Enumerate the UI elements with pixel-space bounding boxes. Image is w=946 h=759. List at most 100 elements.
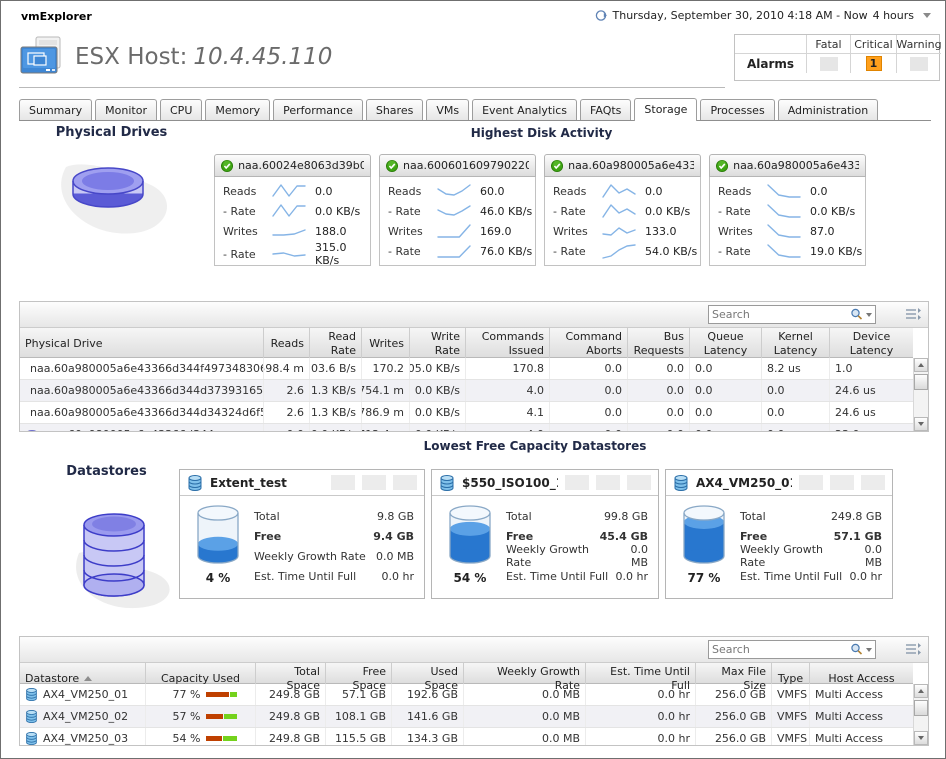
disk-activity-card: naa.6006016097902200... Reads60.0 - Rate…	[379, 154, 536, 266]
table-row[interactable]: naa.60a980005a6e43366d344d3739316553 2.6…	[20, 380, 913, 402]
reads-sparkline	[436, 182, 472, 200]
search-options-caret-icon[interactable]	[866, 313, 872, 317]
col-physical-drive[interactable]: Physical Drive	[20, 328, 264, 360]
drive-name: naa.60a980005a6e43366d344d34324d6f57	[30, 406, 264, 419]
capacity-bar	[206, 736, 237, 741]
drive-name: naa.60a980005a6e4336...	[568, 159, 694, 172]
disk-card-header[interactable]: naa.60a980005a6e4336...	[544, 154, 701, 177]
table-row[interactable]: naa.60a980005a6e43366d344f4973483065 598…	[20, 358, 913, 380]
page-title-prefix: ESX Host:	[75, 44, 187, 70]
tab-memory[interactable]: Memory	[205, 99, 270, 120]
scrollbar-thumb[interactable]	[914, 700, 928, 716]
tab-performance[interactable]: Performance	[273, 99, 363, 120]
drive-name: naa.60a980005a6e43366d344...	[44, 428, 225, 432]
vertical-scrollbar[interactable]	[913, 684, 928, 745]
col-bus-requests[interactable]: Bus Requests	[628, 328, 690, 360]
writes-sparkline	[271, 222, 307, 240]
writes-value: 133.0	[641, 225, 700, 238]
critical-count-chip[interactable]: 1	[866, 56, 882, 71]
search-icon[interactable]	[850, 308, 863, 321]
col-commands-issued[interactable]: Commands Issued	[466, 328, 550, 360]
disk-card-header[interactable]: naa.60a980005a6e4336...	[709, 154, 866, 177]
access-cell: Multi Access	[810, 728, 913, 746]
capacity-percent: 4 %	[190, 571, 246, 585]
tab-monitor[interactable]: Monitor	[95, 99, 157, 120]
read-rate-value: 46.0 KB/s	[476, 205, 535, 218]
arrow-down-icon	[918, 422, 924, 426]
rate-label: - Rate	[718, 245, 766, 258]
scrollbar-thumb[interactable]	[914, 374, 928, 390]
status-ok-icon	[386, 159, 398, 173]
tab-storage[interactable]: Storage	[634, 98, 697, 121]
col-device-latency[interactable]: Device Latency	[830, 328, 913, 360]
max-file-cell: 256.0 GB	[696, 728, 772, 746]
col-write-rate[interactable]: Write Rate	[410, 328, 466, 360]
capacity-percent: 57 %	[165, 710, 201, 723]
datastore-illustration-icon	[49, 493, 179, 623]
tab-administration[interactable]: Administration	[778, 99, 879, 120]
sort-asc-icon	[84, 676, 92, 681]
datastore-name: $550_ISO100_1 (1)	[462, 476, 558, 490]
writes-cell: 712.4 m	[362, 424, 410, 432]
scroll-down-button[interactable]	[914, 731, 928, 745]
tab-shares[interactable]: Shares	[366, 99, 423, 120]
tab-processes[interactable]: Processes	[700, 99, 774, 120]
tab-cpu[interactable]: CPU	[160, 99, 202, 120]
col-read-rate[interactable]: Read Rate	[310, 328, 362, 360]
capacity-percent: 54 %	[442, 571, 498, 585]
device-cell: 24.6 us	[830, 380, 913, 401]
growth-cell: 0.0 MB	[464, 728, 586, 746]
clock-icon	[595, 9, 608, 22]
total-value: 249.8 GB	[831, 510, 884, 523]
disk-activity-card: naa.60a980005a6e4336... Reads0.0 - Rate0…	[544, 154, 701, 266]
tab-summary[interactable]: Summary	[19, 99, 92, 120]
aborts-cell: 0.0	[550, 424, 628, 432]
datastore-cards: Extent_test 4 % T	[179, 469, 893, 599]
table-row[interactable]: AX4_VM250_03 54 % 249.8 GB 115.5 GB 134.…	[20, 728, 913, 746]
disk-card-header[interactable]: naa.6006016097902200...	[379, 154, 536, 177]
scroll-up-button[interactable]	[914, 358, 928, 372]
customizer-icon[interactable]	[905, 642, 921, 656]
read-rate-sparkline	[436, 202, 472, 220]
host-name: 10.4.45.110	[193, 44, 332, 70]
datastore-card-header[interactable]: AX4_VM250_01	[666, 470, 892, 496]
col-kernel-latency[interactable]: Kernel Latency	[762, 328, 830, 360]
col-command-aborts[interactable]: Command Aborts	[550, 328, 628, 360]
rate-label: - Rate	[553, 245, 601, 258]
time-range-text: Thursday, September 30, 2010 4:18 AM - N…	[613, 9, 868, 22]
arrow-up-icon	[918, 363, 924, 367]
search-icon[interactable]	[850, 643, 863, 656]
col-reads[interactable]: Reads	[264, 328, 310, 360]
datastore-card-header[interactable]: Extent_test	[180, 470, 424, 496]
vertical-scrollbar[interactable]	[913, 358, 928, 431]
tab-vms[interactable]: VMs	[426, 99, 469, 120]
customizer-icon[interactable]	[905, 307, 921, 321]
col-writes[interactable]: Writes	[362, 328, 410, 360]
alarms-footer	[735, 73, 939, 80]
time-range-selector[interactable]: Thursday, September 30, 2010 4:18 AM - N…	[595, 9, 931, 22]
arrow-up-icon	[918, 689, 924, 693]
tab-faqts[interactable]: FAQts	[580, 99, 631, 120]
write-rate-sparkline	[766, 242, 802, 260]
type-cell: VMFS	[772, 728, 810, 746]
warning-count-chip	[910, 57, 928, 71]
table-row[interactable]: AX4_VM250_01 77 % 249.8 GB 57.1 GB 192.6…	[20, 684, 913, 706]
app-title: vmExplorer	[21, 10, 92, 23]
search-input[interactable]	[712, 643, 850, 656]
datastore-card: AX4_VM250_01 77 %	[665, 469, 893, 599]
col-queue-latency[interactable]: Queue Latency	[690, 328, 762, 360]
free-space-cell: 115.5 GB	[326, 728, 392, 746]
scroll-up-button[interactable]	[914, 684, 928, 698]
disk-card-header[interactable]: naa.60024e8063d39b00...	[214, 154, 371, 177]
table-row[interactable]: AX4_VM250_02 57 % 249.8 GB 108.1 GB 141.…	[20, 706, 913, 728]
scroll-down-button[interactable]	[914, 417, 928, 431]
aborts-cell: 0.0	[550, 358, 628, 379]
tab-event-analytics[interactable]: Event Analytics	[472, 99, 577, 120]
chevron-down-icon	[923, 13, 931, 18]
table-row[interactable]: naa.60a980005a6e43366d344d34324d6f57 2.6…	[20, 402, 913, 424]
datastore-card-header[interactable]: $550_ISO100_1 (1)	[432, 470, 658, 496]
table-row-clipped[interactable]: naa.60a980005a6e43366d344... 0.0 0.0 KB/…	[20, 424, 913, 432]
reads-label: Reads	[553, 185, 601, 198]
search-options-caret-icon[interactable]	[866, 648, 872, 652]
search-input[interactable]	[712, 308, 850, 321]
